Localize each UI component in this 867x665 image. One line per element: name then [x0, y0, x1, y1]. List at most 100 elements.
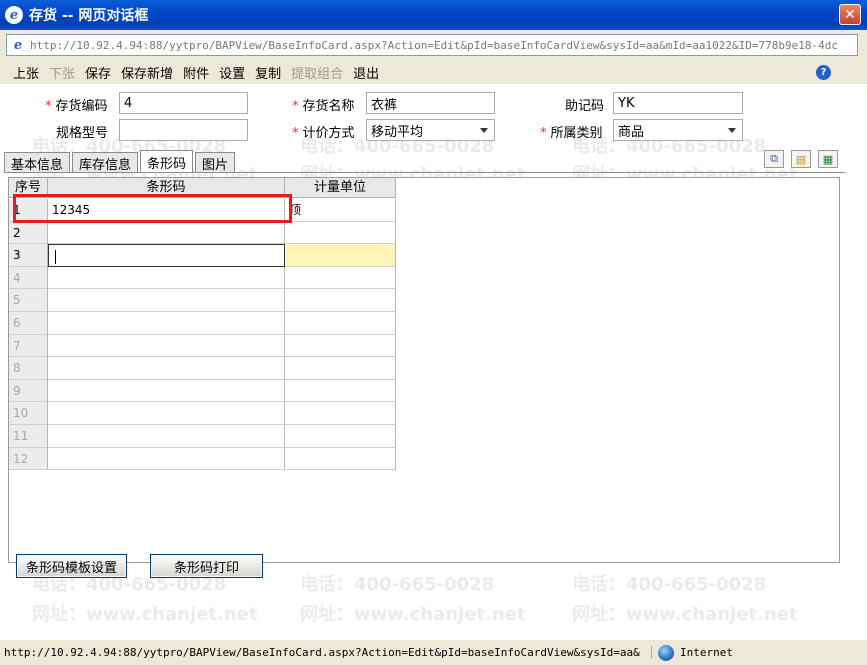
status-url: http://10.92.4.94:88/yytpro/BAPView/Base… — [0, 646, 652, 659]
unit-cell[interactable] — [285, 447, 396, 471]
window-title: 存货 -- 网页对话框 — [29, 8, 149, 24]
table-row[interactable]: 4 — [9, 266, 396, 290]
chevron-down-icon[interactable] — [728, 128, 736, 133]
barcode-cell[interactable] — [48, 379, 285, 403]
table-row[interactable]: 10 — [9, 402, 396, 425]
required-mark: * — [292, 126, 299, 141]
save-new-button[interactable]: 保存新增 — [121, 63, 173, 82]
tab-inventory-info[interactable]: 库存信息 — [72, 152, 139, 173]
row-number: 10 — [9, 402, 48, 425]
barcode-template-settings-button[interactable]: 条形码模板设置 — [16, 554, 127, 578]
barcode-cell[interactable] — [48, 402, 285, 425]
unit-cell[interactable] — [285, 379, 396, 403]
row-number: 3 — [9, 244, 48, 267]
unit-cell[interactable] — [285, 334, 396, 358]
close-button[interactable]: ✕ — [839, 4, 861, 25]
mnemonic-label: 助记码 — [565, 99, 605, 114]
unit-cell[interactable] — [285, 221, 396, 245]
barcode-cell[interactable]: 12345 — [48, 199, 285, 222]
unit-cell[interactable] — [285, 424, 396, 448]
globe-icon — [658, 644, 674, 661]
name-label: * 存货名称 — [292, 99, 355, 114]
barcode-cell-editing[interactable] — [48, 244, 285, 267]
unit-cell[interactable]: 顶 — [285, 199, 396, 222]
row-number: 1 — [9, 199, 48, 222]
unit-cell[interactable] — [285, 244, 396, 267]
prev-button[interactable]: 上张 — [13, 63, 39, 82]
spec-label: 规格型号 — [56, 126, 109, 141]
save-button[interactable]: 保存 — [85, 63, 111, 82]
row-number: 2 — [9, 221, 48, 245]
code-input[interactable]: 4 — [119, 92, 248, 114]
table-row[interactable]: 1 12345 顶 — [9, 199, 396, 222]
pricing-select[interactable]: 移动平均 — [366, 119, 495, 141]
copy-button[interactable]: 复制 — [255, 63, 281, 82]
mnemonic-input[interactable]: YK — [613, 92, 743, 114]
table-row[interactable]: 7 — [9, 334, 396, 358]
barcode-cell[interactable] — [48, 266, 285, 290]
row-number: 5 — [9, 289, 48, 312]
tab-image[interactable]: 图片 — [195, 152, 236, 173]
unit-cell[interactable] — [285, 289, 396, 312]
col-header-no: 序号 — [9, 178, 48, 198]
unit-cell[interactable] — [285, 266, 396, 290]
title-bar: e 存货 -- 网页对话框 ✕ — [0, 0, 867, 30]
export-icon[interactable]: ▦ — [818, 150, 838, 168]
tab-basic-info[interactable]: 基本信息 — [4, 152, 71, 173]
chevron-down-icon[interactable] — [480, 128, 488, 133]
col-header-barcode: 条形码 — [48, 178, 285, 198]
grid-body: 1 12345 顶 2 3 4 5 6 7 8 9 10 11 12 — [9, 199, 396, 471]
unit-cell[interactable] — [285, 357, 396, 380]
help-icon[interactable]: ? — [816, 65, 831, 80]
ie-icon: e — [5, 6, 23, 24]
category-select[interactable]: 商品 — [613, 119, 743, 141]
watermark: 网址：www.chanjet.net — [572, 604, 798, 625]
address-bar: e http://10.92.4.94:88/yytpro/BAPView/Ba… — [0, 30, 867, 60]
barcode-cell[interactable] — [48, 221, 285, 245]
barcode-cell[interactable] — [48, 357, 285, 380]
table-row[interactable]: 6 — [9, 311, 396, 335]
barcode-cell[interactable] — [48, 447, 285, 471]
table-row[interactable]: 8 — [9, 357, 396, 380]
barcode-cell[interactable] — [48, 424, 285, 448]
watermark: 网址：www.chanjet.net — [32, 604, 258, 625]
exit-button[interactable]: 退出 — [353, 63, 379, 82]
extract-combo-button: 提取组合 — [291, 66, 344, 82]
row-number: 12 — [9, 447, 48, 471]
copy-icon[interactable]: ⧉ — [764, 150, 784, 168]
settings-button[interactable]: 设置 — [219, 63, 245, 82]
watermark: 网址：www.chanjet.net — [300, 604, 526, 625]
tab-strip: 基本信息 库存信息 条形码 图片 — [4, 150, 237, 173]
barcode-cell[interactable] — [48, 289, 285, 312]
table-row[interactable]: 3 — [9, 244, 396, 267]
watermark: 电话：400-665-0028 — [300, 574, 495, 595]
row-number: 4 — [9, 266, 48, 290]
watermark: 电话：400-665-0028 — [572, 574, 767, 595]
row-number: 7 — [9, 334, 48, 358]
spec-input[interactable] — [119, 119, 248, 141]
unit-cell[interactable] — [285, 311, 396, 335]
next-button: 下张 — [49, 66, 76, 82]
pricing-value: 移动平均 — [371, 124, 424, 140]
table-row[interactable]: 11 — [9, 424, 396, 448]
col-header-unit: 计量单位 — [285, 178, 396, 198]
table-row[interactable]: 5 — [9, 289, 396, 312]
table-row[interactable]: 2 — [9, 221, 396, 245]
category-value: 商品 — [618, 124, 645, 140]
table-row[interactable]: 12 — [9, 447, 396, 471]
tab-barcode[interactable]: 条形码 — [140, 150, 194, 173]
table-row[interactable]: 9 — [9, 379, 396, 403]
tab-divider — [4, 172, 845, 173]
row-number: 6 — [9, 311, 48, 335]
barcode-print-button[interactable]: 条形码打印 — [150, 554, 263, 578]
attachment-button[interactable]: 附件 — [183, 63, 209, 82]
paste-icon[interactable]: ▤ — [791, 150, 811, 168]
unit-cell[interactable] — [285, 402, 396, 425]
barcode-cell[interactable] — [48, 334, 285, 358]
barcode-cell[interactable] — [48, 311, 285, 335]
name-input[interactable]: 衣裤 — [366, 92, 495, 114]
address-field[interactable]: e http://10.92.4.94:88/yytpro/BAPView/Ba… — [6, 34, 858, 56]
required-mark: * — [540, 126, 547, 141]
row-number: 9 — [9, 379, 48, 403]
pricing-label: * 计价方式 — [292, 126, 355, 141]
